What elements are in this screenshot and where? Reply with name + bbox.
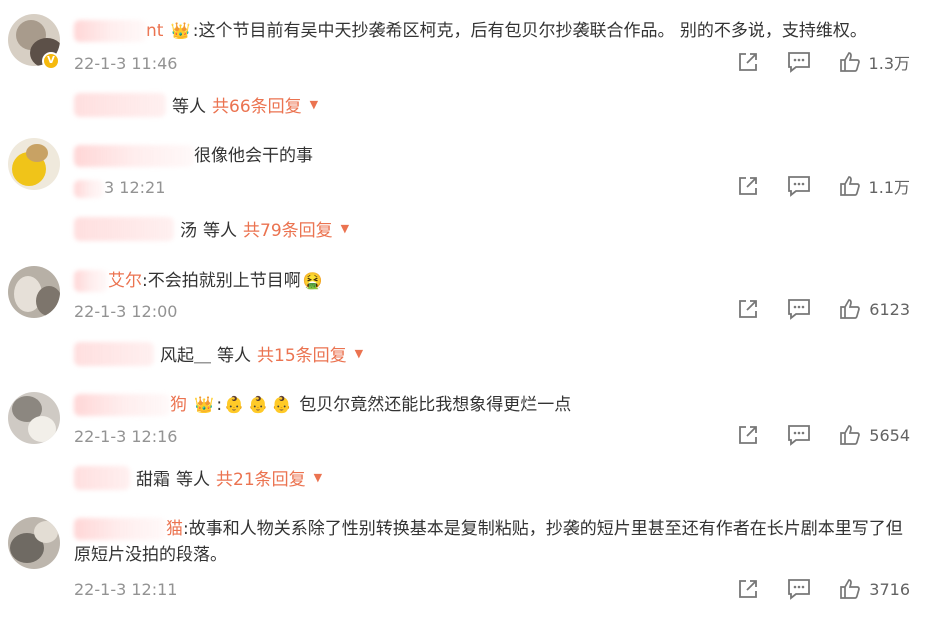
reply-avatars-blurred (74, 92, 166, 117)
comment-icon[interactable] (787, 175, 811, 197)
thumbs-up-icon (839, 176, 860, 196)
reply-avatars-blurred (74, 341, 154, 366)
like-button[interactable]: 6123 (839, 298, 910, 320)
reply-summary[interactable]: 甜霜 等人 共21条回复 ▼ (74, 465, 322, 490)
like-count: 3716 (869, 579, 910, 599)
username[interactable]: 狗 (74, 394, 187, 416)
comment-time: 3 12:21 (74, 178, 165, 198)
crying-baby-emoji-icon: 👶 (271, 395, 292, 414)
share-icon[interactable] (737, 175, 759, 197)
crown-emoji-icon: 👑 (194, 395, 215, 414)
thumbs-up-icon (840, 579, 861, 599)
reply-names: 风起＿ (160, 346, 211, 366)
avatar[interactable] (8, 138, 60, 190)
share-icon[interactable] (737, 424, 759, 446)
username[interactable]: 艾尔 (74, 270, 142, 292)
comment-icon[interactable] (787, 578, 811, 600)
crown-emoji-icon: 👑 (170, 21, 191, 40)
thumbs-up-icon (839, 52, 860, 72)
avatar[interactable] (8, 392, 60, 444)
username[interactable] (74, 145, 194, 167)
reply-avatars-blurred (74, 465, 130, 490)
reply-names: 甜霜 (136, 470, 170, 490)
comment-text: :这个节目前有吴中天抄袭希区柯克，后有包贝尔抄袭联合作品。 别的不多说，支持维权… (192, 21, 867, 41)
comment-time: 22-1-3 12:16 (74, 427, 178, 446)
comment-time: 22-1-3 12:00 (74, 302, 178, 321)
avatar[interactable] (8, 517, 60, 569)
thumbs-up-icon (840, 299, 861, 319)
comment-icon[interactable] (787, 424, 811, 446)
username[interactable]: nt (74, 20, 163, 42)
share-icon[interactable] (737, 51, 759, 73)
reply-count[interactable]: 共15条回复 (257, 341, 347, 366)
comment-text: :不会拍就别上节目啊 (142, 271, 301, 291)
reply-summary[interactable]: 等人 共66条回复 ▼ (74, 92, 318, 117)
comment-time: 22-1-3 11:46 (74, 54, 178, 73)
caret-down-icon[interactable]: ▼ (314, 471, 322, 484)
comment-icon[interactable] (787, 51, 811, 73)
reply-summary[interactable]: 汤 等人 共79条回复 ▼ (74, 216, 349, 241)
like-button[interactable]: 1.1万 (839, 174, 910, 198)
avatar[interactable] (8, 266, 60, 318)
face-emoji-icon: 🤮 (302, 271, 323, 290)
caret-down-icon[interactable]: ▼ (355, 347, 363, 360)
crying-baby-emoji-icon: 👶 (247, 395, 268, 414)
like-button[interactable]: 3716 (839, 578, 910, 600)
like-count: 1.1万 (868, 178, 910, 197)
caret-down-icon[interactable]: ▼ (310, 98, 318, 111)
reply-summary[interactable]: 风起＿ 等人 共15条回复 ▼ (74, 341, 363, 366)
like-count: 1.3万 (868, 54, 910, 73)
comment-text: :故事和人物关系除了性别转换基本是复制粘贴，抄袭的短片里甚至还有作者在长片剧本里… (74, 519, 903, 565)
caret-down-icon[interactable]: ▼ (341, 222, 349, 235)
like-button[interactable]: 1.3万 (839, 50, 910, 74)
reply-count[interactable]: 共21条回复 (216, 465, 306, 490)
comment-text: 很像他会干的事 (194, 146, 313, 166)
reply-avatars-blurred (74, 216, 174, 241)
crying-baby-emoji-icon: 👶 (224, 395, 244, 414)
comment-icon[interactable] (787, 298, 811, 320)
comment-text: 包贝尔竟然还能比我想象得更烂一点 (299, 395, 572, 415)
verified-badge-icon: V (42, 52, 60, 70)
like-button[interactable]: 5654 (839, 424, 910, 446)
share-icon[interactable] (737, 578, 759, 600)
share-icon[interactable] (737, 298, 759, 320)
like-count: 6123 (869, 299, 910, 319)
username[interactable]: 猫 (74, 518, 183, 540)
reply-count[interactable]: 共79条回复 (243, 216, 333, 241)
thumbs-up-icon (840, 425, 861, 445)
reply-count[interactable]: 共66条回复 (212, 92, 302, 117)
comment-time: 22-1-3 12:11 (74, 580, 178, 599)
like-count: 5654 (869, 425, 910, 445)
reply-names: 汤 (180, 221, 197, 241)
